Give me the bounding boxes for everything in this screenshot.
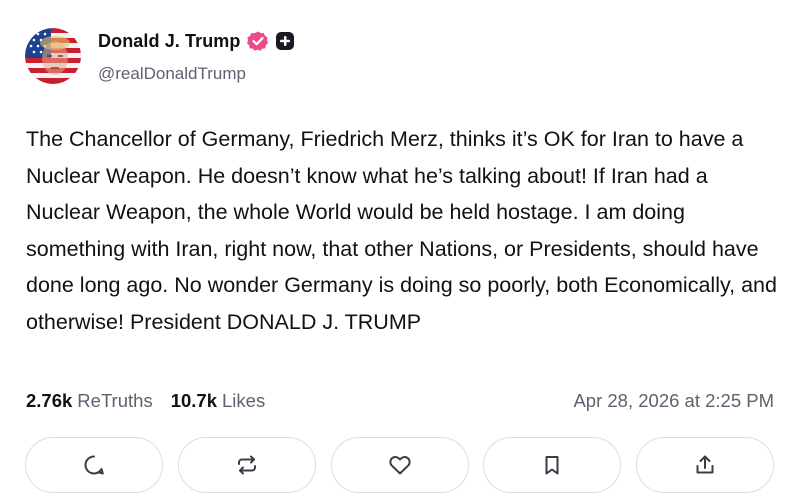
share-button[interactable] (636, 437, 774, 493)
post-text: The Chancellor of Germany, Friedrich Mer… (26, 127, 777, 334)
post-timestamp[interactable]: Apr 28, 2026 at 2:25 PM (573, 390, 774, 412)
like-button[interactable] (330, 437, 469, 493)
heart-icon (388, 456, 411, 475)
share-icon (696, 455, 714, 474)
author-handle[interactable]: @realDonaldTrump (98, 64, 246, 84)
truth-post: Donald J. Trump @realDonaldTrump The Cha… (0, 0, 800, 502)
likes-count: 10.7k (170, 390, 217, 411)
author-display-name[interactable]: Donald J. Trump (98, 31, 241, 52)
reply-button[interactable] (25, 437, 163, 493)
avatar-image (25, 28, 81, 84)
likes-label: Likes (222, 390, 266, 411)
bookmark-icon (545, 456, 559, 475)
retruth-button[interactable] (177, 437, 316, 493)
bookmark-button[interactable] (483, 437, 622, 493)
author-avatar[interactable] (25, 28, 81, 84)
retruths-count: 2.76k (26, 390, 73, 411)
verified-badge-icon (246, 30, 269, 52)
retruths-stat[interactable]: 2.76k ReTruths (26, 390, 153, 412)
author-name-row: Donald J. Trump (98, 28, 295, 54)
repost-icon (237, 455, 256, 475)
plus-badge-icon (275, 31, 295, 51)
likes-stat[interactable]: 10.7k Likes (171, 390, 266, 412)
retruths-label: ReTruths (77, 390, 153, 411)
comment-icon (84, 455, 104, 475)
post-actions (25, 437, 774, 495)
post-stats: 2.76k ReTruths 10.7k Likes Apr 28, 2026 … (26, 388, 774, 414)
